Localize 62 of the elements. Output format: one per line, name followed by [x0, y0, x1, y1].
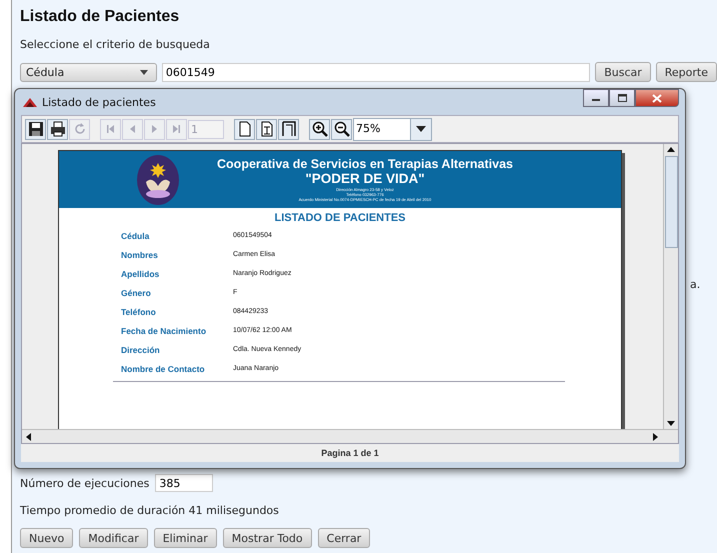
minimize-button[interactable] — [583, 89, 609, 107]
save-button[interactable] — [25, 118, 46, 140]
organization-slogan: "PODER DE VIDA" — [305, 171, 425, 187]
fit-page-button[interactable] — [256, 118, 277, 140]
save-icon — [28, 121, 44, 137]
executions-field[interactable]: 385 — [155, 474, 214, 492]
status-text: Pagina 1 de 1 — [21, 444, 679, 462]
up-arrow-icon — [667, 147, 675, 152]
dialog-title: Listado de pacientes — [42, 96, 157, 108]
fit-page-icon — [258, 121, 274, 137]
first-page-icon — [107, 125, 114, 133]
action-button[interactable]: Modificar — [79, 528, 148, 548]
field-label: Nombre de Contacto — [121, 363, 206, 375]
search-button[interactable]: Reporte — [656, 62, 717, 82]
report-heading: LISTADO DE PACIENTES — [274, 212, 406, 224]
search-button[interactable]: Buscar — [595, 62, 651, 82]
criteria-dropdown[interactable]: Cédula — [20, 62, 157, 82]
search-field[interactable]: 0601549 — [162, 62, 590, 82]
close-button[interactable] — [635, 89, 679, 107]
criteria-label: Seleccione el criterio de busqueda — [20, 38, 211, 53]
field-label: Dirección — [121, 344, 161, 356]
page-button[interactable] — [234, 118, 255, 140]
field-label: Nombres — [121, 249, 159, 261]
zoom-in-button[interactable] — [309, 118, 330, 140]
previous-icon — [130, 125, 135, 133]
app-icon — [23, 98, 37, 106]
right-arrow-icon — [653, 432, 658, 440]
zoom-dropdown[interactable]: 75% — [353, 118, 432, 140]
action-button[interactable]: Cerrar — [318, 528, 370, 548]
executions-label: Número de ejecuciones — [20, 476, 150, 490]
field-label: Género — [121, 287, 152, 299]
fit-width-icon — [280, 121, 296, 137]
maximize-icon — [618, 94, 626, 102]
printer-icon — [50, 121, 66, 137]
field-label: Cédula — [121, 230, 150, 242]
action-button[interactable]: Nuevo — [20, 528, 74, 548]
horizontal-scrollbar[interactable] — [22, 429, 678, 443]
printer-button[interactable] — [47, 118, 68, 140]
action-button[interactable]: Mostrar Todo — [222, 528, 312, 548]
logo-drawing — [137, 154, 179, 204]
left-arrow-icon — [26, 432, 31, 440]
field-label: Teléfono — [121, 306, 157, 318]
page-icon — [236, 121, 252, 137]
zoom-in-icon — [312, 121, 328, 137]
duration-text: Tiempo promedio de duración 41 milisegundos — [20, 504, 280, 519]
field-label: Apellidos — [121, 268, 160, 280]
zoom-out-button[interactable] — [331, 118, 352, 140]
field-label: Fecha de Nacimiento — [121, 325, 208, 337]
down-arrow-icon — [667, 421, 675, 426]
maximize-button[interactable] — [609, 89, 635, 107]
zoom-out-icon — [334, 121, 350, 137]
action-button[interactable]: Eliminar — [154, 528, 217, 548]
caret-icon — [140, 70, 148, 74]
next-icon — [152, 125, 157, 133]
caret-icon — [416, 126, 426, 132]
close-icon — [652, 94, 662, 102]
text-fragment: a. — [690, 278, 700, 291]
last-page-icon — [173, 125, 180, 133]
organization-name: Cooperativa de Servicios en Terapias Alternativas — [217, 157, 513, 171]
fit-width-button[interactable] — [278, 118, 299, 140]
vertical-scrollbar[interactable] — [663, 144, 678, 429]
page-title: Listado de Pacientes — [20, 8, 180, 27]
